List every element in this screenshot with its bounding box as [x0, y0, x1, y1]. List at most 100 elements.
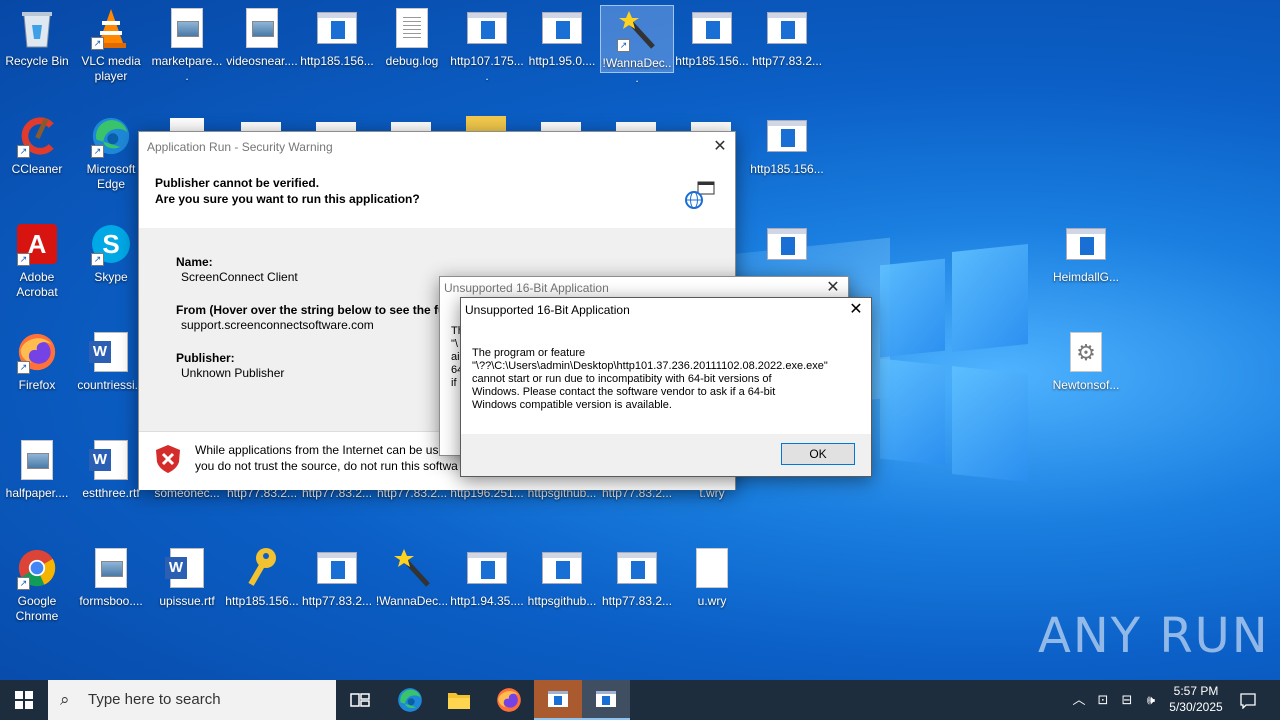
desktop-icon-vlc[interactable]: ↗ VLC media player [74, 0, 148, 84]
tray-network[interactable]: ⊟ [1117, 680, 1137, 720]
executable-file-icon [1066, 222, 1106, 266]
desktop-icon-file[interactable] [750, 216, 824, 270]
security-heading-2: Are you sure you want to run this applic… [155, 192, 420, 206]
message-line: cannot start or run due to incompatibity… [472, 373, 772, 385]
vlc-cone-icon: ↗ [91, 6, 131, 50]
wallpaper-logo-pane [880, 258, 945, 358]
executable-file-icon [542, 546, 582, 590]
desktop-icon-label: http1.95.0.... [528, 54, 596, 68]
desktop-icon-file[interactable]: http77.83.2... [750, 0, 824, 69]
desktop-icon-firefox[interactable]: ↗ Firefox [0, 324, 74, 393]
image-file-icon [242, 6, 282, 50]
speaker-icon: 🕪 [1146, 692, 1156, 707]
desktop-icon-label: http185.156... [675, 54, 749, 68]
desktop-icon-file[interactable]: debug.log [375, 0, 449, 69]
desktop-icon-file[interactable]: http107.175.... [450, 0, 524, 84]
warning-text-2: you do not trust the source, do not run … [195, 459, 458, 473]
desktop-icon-label: !WannaDec... [602, 56, 672, 85]
word-document-icon: W [89, 438, 131, 482]
executable-file-icon [467, 546, 507, 590]
desktop-icon-file[interactable]: HeimdallG... [1049, 216, 1123, 285]
desktop-icon-file[interactable]: !WannaDec... [375, 540, 449, 609]
chrome-browser-icon: ↗ [17, 546, 57, 590]
close-button[interactable]: ✕ [841, 298, 871, 322]
show-hidden-icons-button[interactable]: ︿ [1070, 680, 1088, 720]
image-file-icon [167, 6, 207, 50]
desktop-icon-file[interactable]: http1.94.35.... [450, 540, 524, 609]
desktop-icon-file[interactable]: W countriessi... [74, 324, 148, 393]
desktop-icon-skype[interactable]: S ↗ Skype [74, 216, 148, 285]
desktop-icon-label: Google Chrome [15, 594, 59, 623]
desktop-icon-file[interactable]: u.wry [675, 540, 749, 609]
shortcut-arrow-icon: ↗ [17, 577, 30, 590]
desktop-icon-file[interactable]: W upissue.rtf [150, 540, 224, 609]
close-button[interactable]: ✕ [705, 132, 735, 162]
desktop-icon-file[interactable]: http185.156... [225, 540, 299, 609]
security-header: Publisher cannot be verified. Are you su… [139, 162, 735, 228]
desktop-icon-file[interactable]: http185.156... [750, 108, 824, 177]
taskbar-app-running[interactable] [534, 680, 582, 720]
desktop-icon-label: VLC media player [81, 54, 141, 83]
desktop-icon-file[interactable]: halfpaper.... [0, 432, 74, 501]
desktop-icon-file[interactable]: ⚙ Newtonsof... [1049, 324, 1123, 393]
tray-network-device[interactable]: ⊡ [1094, 680, 1112, 720]
magic-wand-icon: ↗ [617, 8, 657, 52]
folder-icon-partial [466, 116, 506, 132]
shortcut-arrow-icon: ↗ [617, 39, 630, 52]
shortcut-arrow-icon: ↗ [17, 361, 30, 374]
desktop-icon-file[interactable]: http185.156... [300, 0, 374, 69]
close-button[interactable]: ✕ [818, 277, 848, 299]
desktop-icon-label: http185.156... [300, 54, 374, 68]
task-view-button[interactable] [340, 680, 380, 720]
message-line: Windows. Please contact the software ven… [472, 386, 776, 398]
key-icon [242, 546, 282, 590]
shortcut-arrow-icon: ↗ [91, 253, 104, 266]
desktop-icon-acrobat[interactable]: A ↗ Adobe Acrobat [0, 216, 74, 300]
taskbar-search-box[interactable]: ⌕ Type here to search [48, 680, 336, 720]
ok-button[interactable]: OK [781, 443, 855, 465]
desktop-icon-label: CCleaner [11, 162, 63, 176]
desktop-icon-file[interactable]: videosnear.... [225, 0, 299, 69]
tray-volume[interactable]: 🕪 [1141, 680, 1161, 720]
desktop-icon-file[interactable]: marketpare.... [150, 0, 224, 84]
action-center-button[interactable] [1236, 680, 1260, 720]
desktop-icon-label: Skype [94, 270, 128, 284]
desktop-icon-label: http185.156... [225, 594, 299, 608]
desktop-icon-file[interactable]: W estthree.rtf [74, 432, 148, 501]
desktop-icon-recycle-bin[interactable]: Recycle Bin [0, 0, 74, 69]
magic-wand-icon [392, 546, 432, 590]
taskbar-app-active[interactable] [582, 680, 630, 720]
desktop-icon-label: http77.83.2... [751, 54, 823, 68]
taskbar-edge[interactable] [390, 680, 430, 720]
desktop-icon-file[interactable]: http77.83.2... [600, 540, 674, 609]
recycle-bin-icon [17, 6, 57, 50]
wallpaper-logo-pane [952, 244, 1028, 352]
application-globe-icon [684, 180, 716, 210]
dialog-title: Application Run - Security Warning [147, 140, 333, 154]
desktop-icon-file[interactable]: http1.95.0.... [525, 0, 599, 69]
application-window-icon [548, 691, 568, 707]
desktop-icon-file[interactable]: httpsgithub... [525, 540, 599, 609]
desktop-icon-file[interactable]: http77.83.2... [300, 540, 374, 609]
dialog-title: Unsupported 16-Bit Application [465, 303, 630, 317]
taskbar: ⌕ Type here to search ︿ ⊡ ⊟ 🕪 5:57 PM 5/… [0, 680, 1280, 720]
start-button[interactable] [0, 680, 48, 720]
name-value: ScreenConnect Client [181, 270, 298, 284]
text-file-icon [392, 6, 432, 50]
desktop-icon-ccleaner[interactable]: ↗ CCleaner [0, 108, 74, 177]
desktop-icon-chrome[interactable]: ↗ Google Chrome [0, 540, 74, 624]
desktop-icon-label: videosnear.... [226, 54, 298, 68]
word-document-icon: W [165, 546, 207, 590]
clock-date: 5/30/2025 [1169, 700, 1223, 714]
desktop-icon-file[interactable]: http185.156... [675, 0, 749, 69]
desktop-icon-file[interactable]: formsboo.... [74, 540, 148, 609]
tray-clock[interactable]: 5:57 PM 5/30/2025 [1163, 680, 1229, 720]
dialog-title: Unsupported 16-Bit Application [444, 281, 609, 295]
desktop-icon-file-selected[interactable]: ↗ !WannaDec... [600, 5, 674, 85]
desktop-icon-edge[interactable]: ↗ Microsoft Edge [74, 108, 148, 192]
taskbar-firefox[interactable] [489, 680, 529, 720]
desktop-icon-label: httpsgithub... [527, 594, 597, 608]
from-value[interactable]: support.screenconnectsoftware.com [181, 318, 374, 332]
message-fragment: if [451, 377, 457, 389]
taskbar-file-explorer[interactable] [439, 680, 479, 720]
